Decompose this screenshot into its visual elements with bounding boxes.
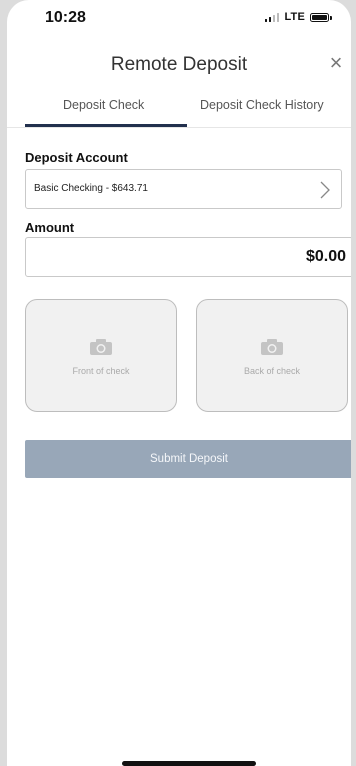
close-icon[interactable]: × (323, 50, 349, 76)
tab-deposit-check-history[interactable]: Deposit Check History (200, 98, 324, 112)
camera-icon (261, 339, 283, 355)
home-indicator[interactable] (122, 761, 256, 766)
front-of-check-capture[interactable]: Front of check (25, 299, 177, 412)
tab-bar: Deposit Check Deposit Check History (7, 98, 351, 126)
front-of-check-label: Front of check (72, 366, 130, 376)
app-screen: 10:28 LTE Remote Deposit × Deposit Check… (7, 0, 351, 766)
amount-input[interactable]: $0.00 (25, 237, 351, 277)
battery-icon (310, 12, 332, 22)
page-title: Remote Deposit (110, 54, 248, 75)
amount-value: $0.00 (305, 248, 346, 265)
network-label: LTE (284, 11, 305, 23)
back-of-check-capture[interactable]: Back of check (196, 299, 348, 412)
chevron-right-icon (320, 181, 330, 199)
tab-deposit-check[interactable]: Deposit Check (63, 98, 144, 112)
submit-deposit-button[interactable]: Submit Deposit (25, 440, 351, 478)
camera-icon (90, 339, 112, 355)
deposit-account-select[interactable]: Basic Checking - $643.71 (25, 169, 342, 209)
amount-label: Amount (25, 220, 75, 235)
status-bar: 10:28 LTE (7, 0, 351, 32)
deposit-account-value: Basic Checking - $643.71 (34, 183, 148, 194)
deposit-account-label: Deposit Account (25, 150, 128, 165)
tabs-divider (7, 127, 351, 128)
back-of-check-label: Back of check (243, 366, 301, 376)
signal-icon (264, 12, 280, 22)
status-time: 10:28 (45, 9, 86, 26)
status-indicators: LTE (264, 11, 332, 23)
